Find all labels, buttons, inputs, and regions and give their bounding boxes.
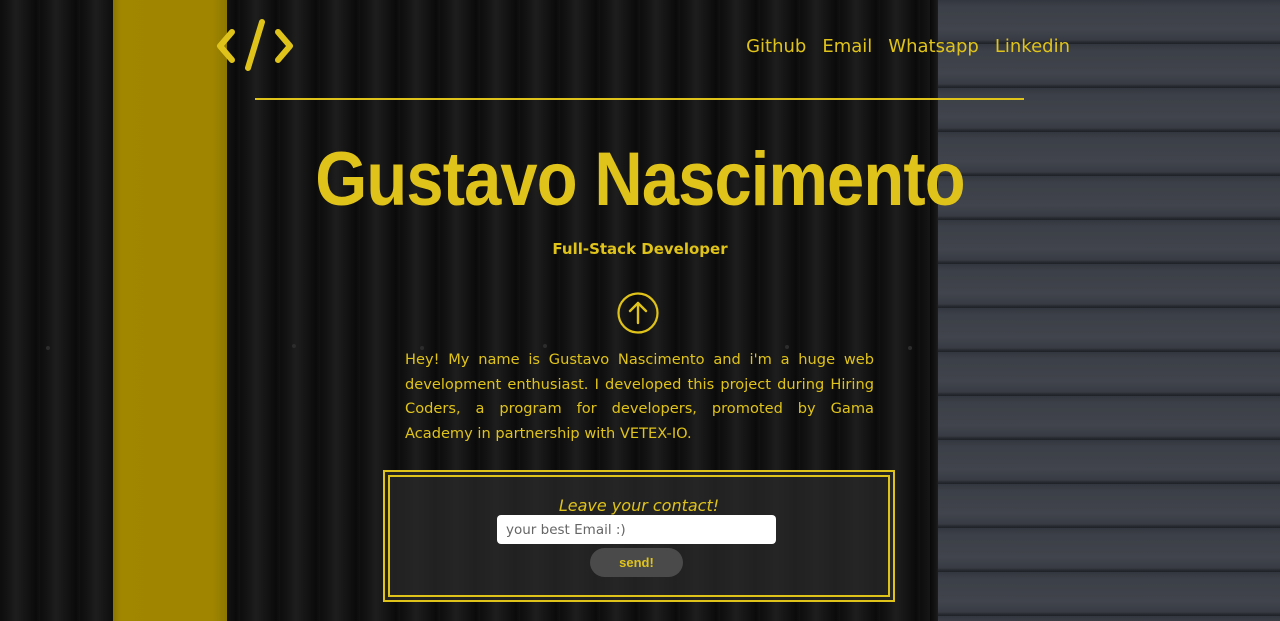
top-nav: Github Email Whatsapp Linkedin [700,36,1070,57]
send-button[interactable]: send! [590,548,683,577]
rivet [292,344,296,348]
rivet [908,346,912,350]
page: Github Email Whatsapp Linkedin Gustavo N… [0,0,1280,621]
email-input[interactable] [497,515,776,544]
hero-subtitle: Full-Stack Developer [552,240,728,258]
contact-heading: Leave your contact! [558,496,720,515]
nav-divider [255,98,1024,100]
contact-form: Leave your contact! send! [383,470,895,602]
code-brackets-icon[interactable] [216,18,294,74]
nav-link-linkedin[interactable]: Linkedin [995,36,1070,57]
nav-link-email[interactable]: Email [822,36,872,57]
nav-link-whatsapp[interactable]: Whatsapp [888,36,979,57]
nav-link-github[interactable]: Github [746,36,806,57]
arrow-up-circle-icon[interactable] [617,292,659,334]
intro-text: Hey! My name is Gustavo Nascimento and i… [405,351,874,443]
rivet [46,346,50,350]
hero-title: Gustavo Nascimento [315,137,965,222]
